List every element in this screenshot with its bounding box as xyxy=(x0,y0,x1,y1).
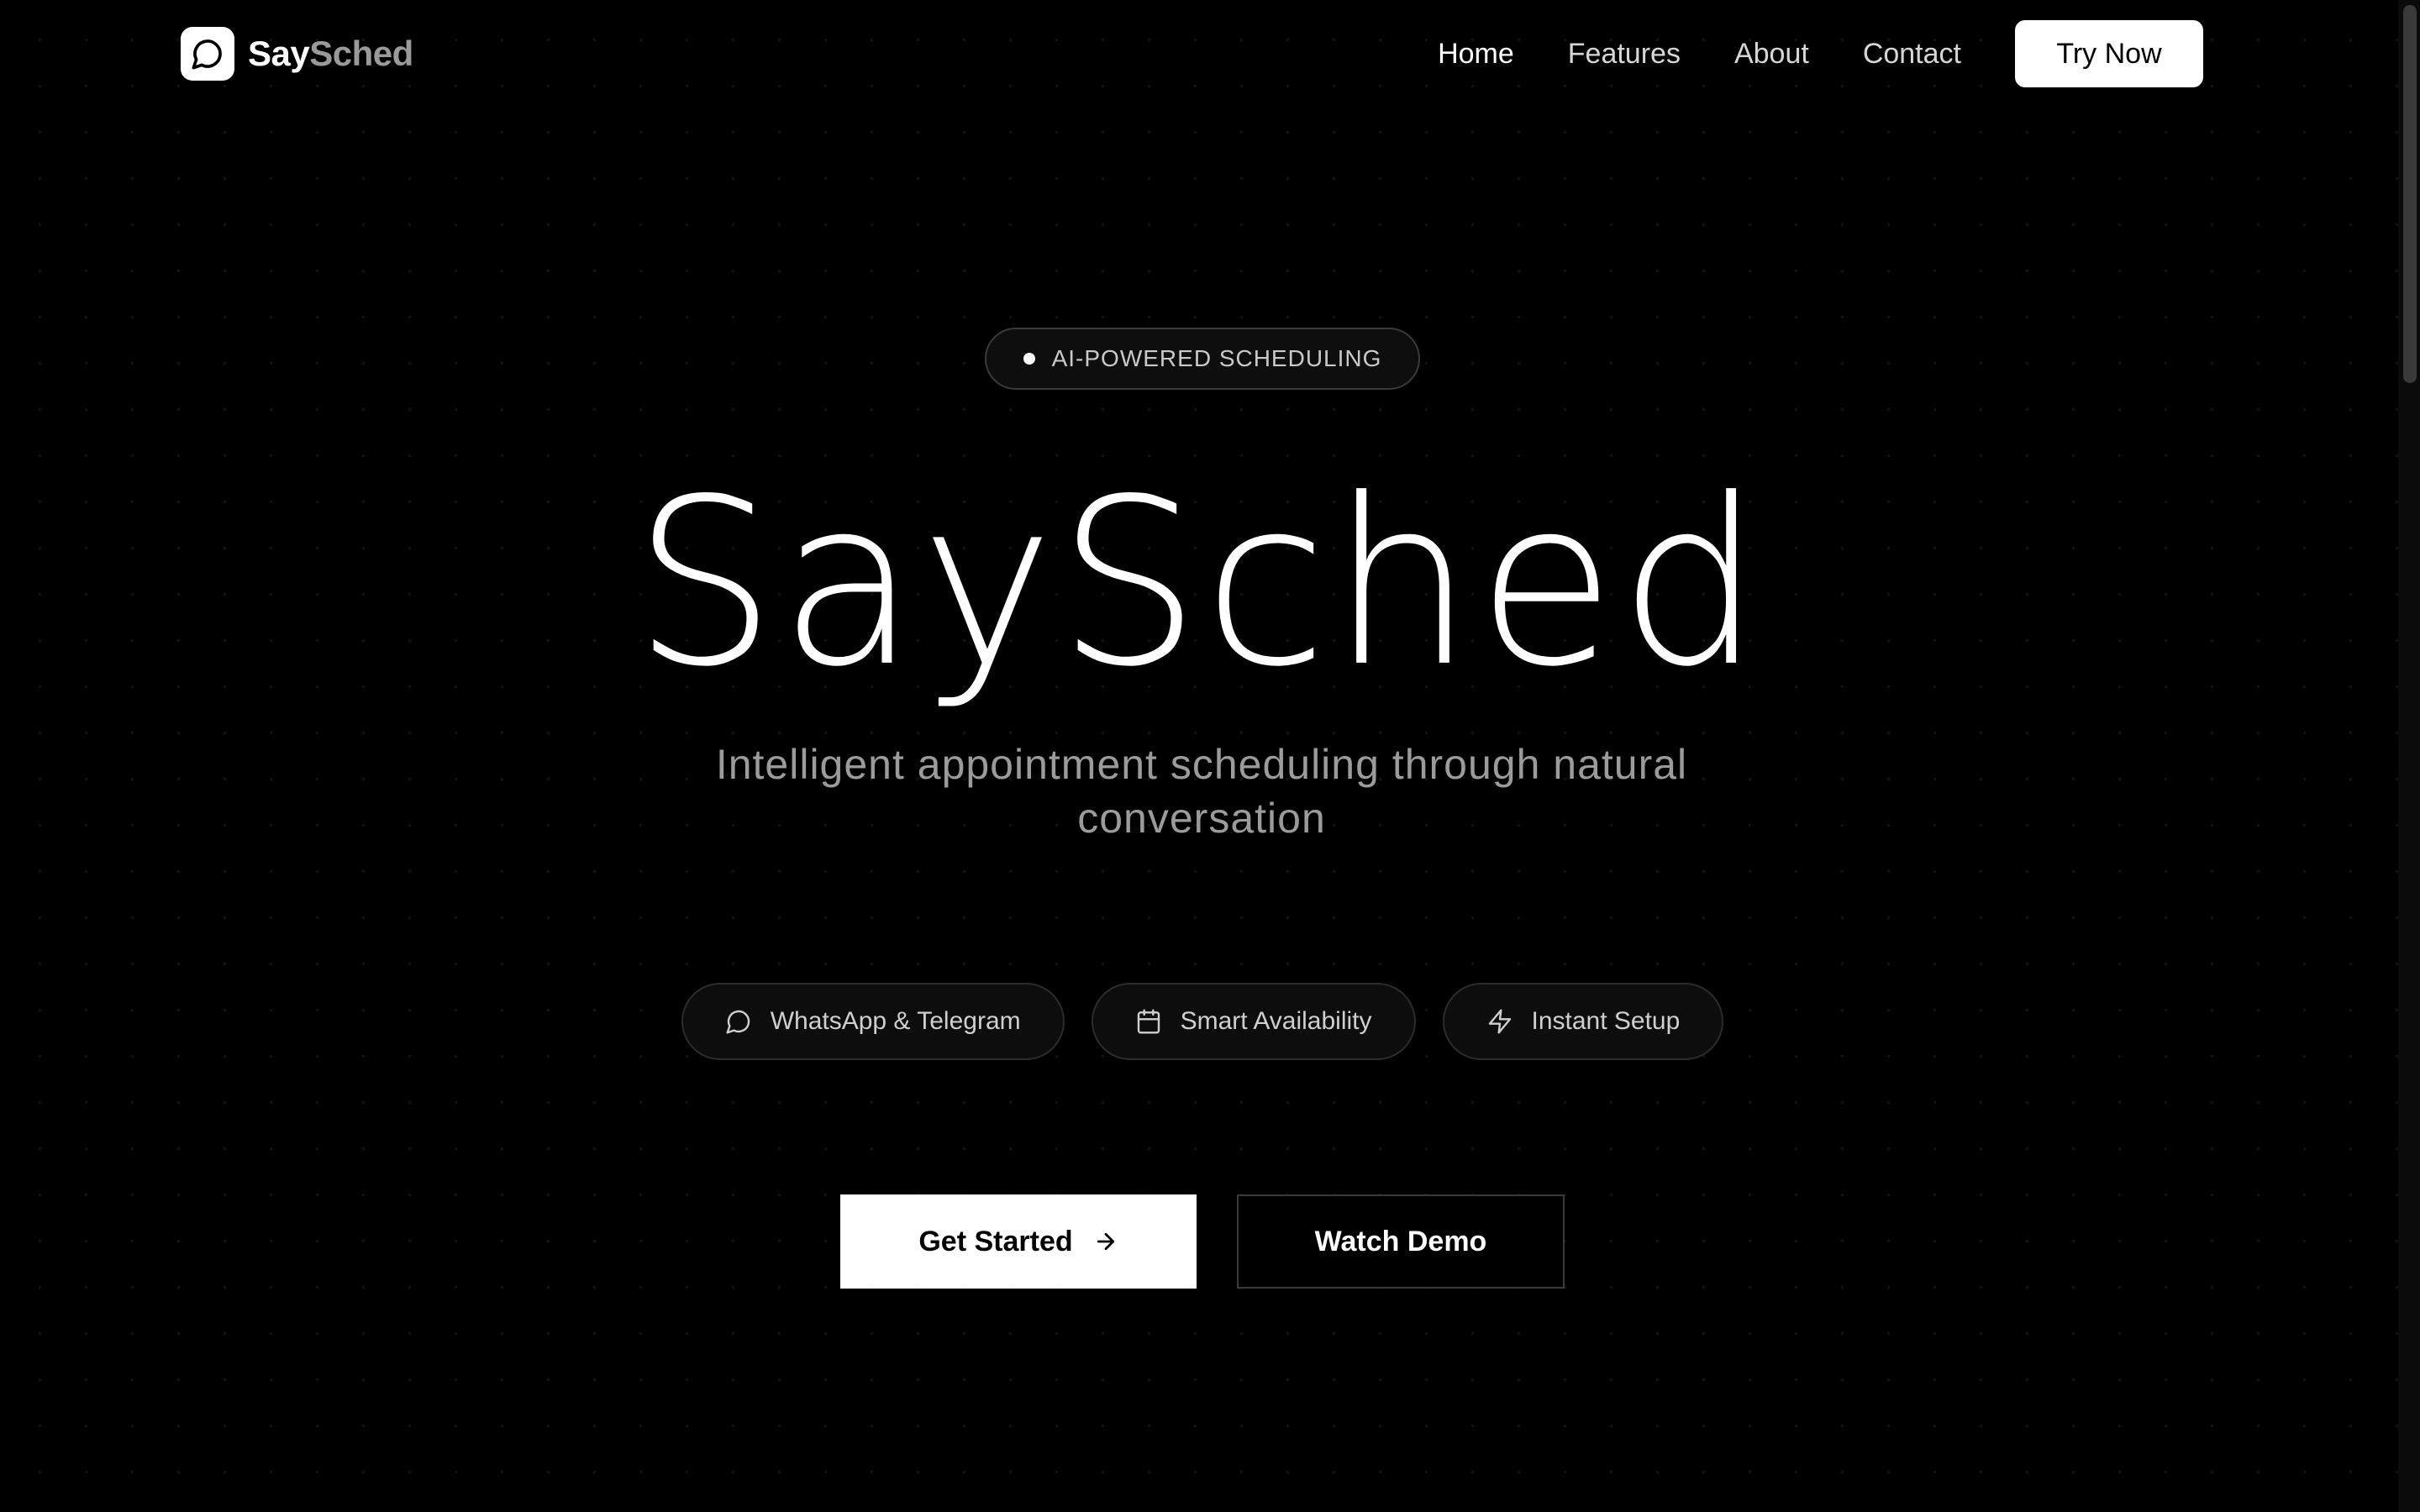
brand[interactable]: SaySched xyxy=(181,26,413,81)
brand-name: SaySched xyxy=(248,34,413,74)
try-now-button[interactable]: Try Now xyxy=(2015,20,2203,87)
feature-pill-setup: Instant Setup xyxy=(1442,983,1724,1060)
get-started-label: Get Started xyxy=(918,1225,1073,1257)
hero-subtitle: Intelligent appointment scheduling throu… xyxy=(715,741,1688,842)
cta-buttons: Get Started Watch Demo xyxy=(840,1194,1565,1289)
scrollbar-thumb[interactable] xyxy=(2403,5,2417,383)
watch-demo-button[interactable]: Watch Demo xyxy=(1237,1194,1565,1289)
landing-page: SaySched Home Features About Contact Try… xyxy=(0,0,2420,1512)
dot-icon xyxy=(1023,353,1035,365)
get-started-button[interactable]: Get Started xyxy=(840,1194,1197,1289)
feature-label: Smart Availability xyxy=(1180,1007,1372,1035)
brand-name-part1: Say xyxy=(248,34,310,73)
badge-text: AI-POWERED SCHEDULING xyxy=(1051,345,1382,371)
feature-pills: WhatsApp & Telegram Smart Availability I… xyxy=(0,983,2405,1060)
arrow-right-icon xyxy=(1097,1232,1114,1251)
top-nav: SaySched Home Features About Contact Try… xyxy=(0,0,2398,108)
feature-pill-messaging: WhatsApp & Telegram xyxy=(681,983,1065,1060)
nav-link-home[interactable]: Home xyxy=(1438,38,1514,71)
hero-title: SaySched xyxy=(0,455,2398,712)
calendar-icon xyxy=(1137,1009,1160,1034)
lightning-icon xyxy=(1488,1009,1511,1034)
ai-badge: AI-POWERED SCHEDULING xyxy=(985,328,1420,390)
watch-demo-label: Watch Demo xyxy=(1314,1225,1487,1257)
nav-link-features[interactable]: Features xyxy=(1568,38,1681,71)
nav-links: Home Features About Contact Try Now xyxy=(1384,20,2203,87)
brand-name-part2: Sched xyxy=(309,34,413,73)
nav-link-contact[interactable]: Contact xyxy=(1863,38,1961,71)
nav-link-about[interactable]: About xyxy=(1734,38,1809,71)
message-circle-icon xyxy=(726,1010,750,1034)
chat-bubble-icon xyxy=(181,27,234,81)
hero-title-text: SaySched xyxy=(633,449,1765,718)
feature-label: WhatsApp & Telegram xyxy=(770,1007,1021,1035)
feature-label: Instant Setup xyxy=(1531,1007,1681,1035)
feature-pill-availability: Smart Availability xyxy=(1091,983,1416,1060)
scrollbar[interactable] xyxy=(2398,0,2420,1512)
